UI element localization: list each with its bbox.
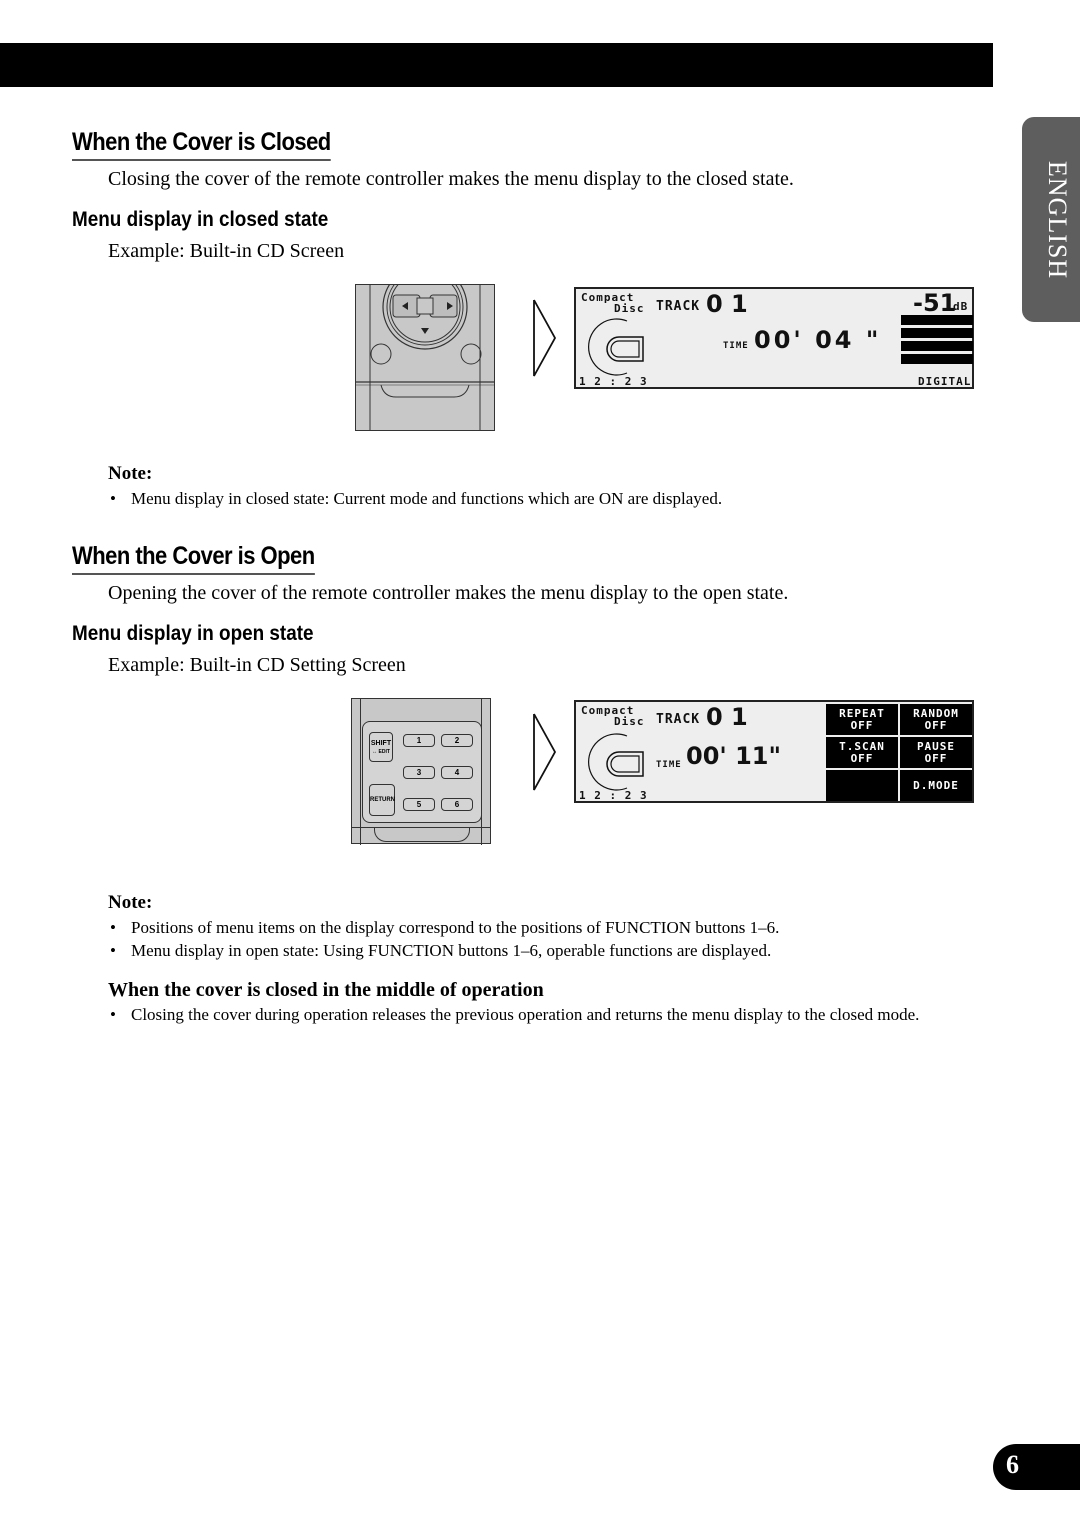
bullet-icon: • <box>110 918 116 937</box>
arrow-right-icon <box>533 713 557 791</box>
remote-closed-drawing <box>356 264 494 430</box>
menu-cell-repeat: REPEAT OFF <box>826 704 898 735</box>
menu-cell-tscan: T.SCAN OFF <box>826 737 898 768</box>
bullet-icon: • <box>110 941 116 960</box>
remote-closed-illustration <box>355 264 495 431</box>
time-label: TIME <box>723 341 749 351</box>
menu-cell-dmode: D.MODE <box>900 770 972 801</box>
menu-cell-pause: PAUSE OFF <box>900 737 972 768</box>
header-bar <box>0 43 993 87</box>
time-label: TIME <box>656 760 682 770</box>
lcd-closed-screen: Compact Disc TRACK 0 1 -51 dB TIME 00' 0… <box>574 287 974 389</box>
bullet-item: • Closing the cover during operation rel… <box>110 1005 920 1024</box>
disc-icon <box>588 318 644 376</box>
function-button-4[interactable]: 4 <box>441 766 473 779</box>
heading-cover-open: When the Cover is Open <box>72 541 315 575</box>
note-item: • Menu display in open state: Using FUNC… <box>110 941 772 960</box>
subheading-open-state: Menu display in open state <box>72 622 314 645</box>
language-tab-label: ENGLISH <box>1043 160 1072 279</box>
function-button-5[interactable]: 5 <box>403 798 435 811</box>
function-button-3[interactable]: 3 <box>403 766 435 779</box>
shift-edit-button[interactable]: SHIFT ↔ EDIT <box>369 732 393 762</box>
subheading-closed-state: Menu display in closed state <box>72 208 329 231</box>
page-number: 6 <box>1006 1450 1019 1479</box>
level-meter <box>901 315 973 364</box>
clock: 1 2 : 2 3 <box>579 789 648 802</box>
time-value: 00' 04 " <box>754 326 882 354</box>
return-button[interactable]: RETURN <box>369 784 395 816</box>
intro-cover-closed: Closing the cover of the remote controll… <box>108 168 794 190</box>
bullet-icon: • <box>110 1005 116 1024</box>
page-number-badge: 6 <box>993 1444 1080 1490</box>
language-tab: ENGLISH <box>1022 117 1080 322</box>
track-number: 0 1 <box>706 290 748 318</box>
function-button-1[interactable]: 1 <box>403 734 435 747</box>
clock: 1 2 : 2 3 <box>579 375 648 388</box>
lcd-open-screen: Compact Disc TRACK 0 1 TIME 00' 11" 1 2 … <box>574 700 974 803</box>
subheading-middle-operation: When the cover is closed in the middle o… <box>108 979 544 1001</box>
track-label: TRACK <box>656 299 701 314</box>
bullet-icon: • <box>110 489 116 508</box>
arrow-right-icon <box>533 299 557 377</box>
function-button-2[interactable]: 2 <box>441 734 473 747</box>
note-title-closed: Note: <box>108 463 153 484</box>
heading-cover-closed: When the Cover is Closed <box>72 127 331 161</box>
track-label: TRACK <box>656 712 701 727</box>
time-value: 00' 11" <box>686 742 782 770</box>
menu-cell-random: RANDOM OFF <box>900 704 972 735</box>
example-closed: Example: Built-in CD Screen <box>108 240 345 262</box>
source-label-line2: Disc <box>614 715 645 728</box>
track-number: 0 1 <box>706 703 748 731</box>
remote-open-illustration: SHIFT ↔ EDIT RETURN 1 2 3 4 5 6 <box>351 698 491 845</box>
function-button-6[interactable]: 6 <box>441 798 473 811</box>
mode-label: DIGITAL <box>918 375 972 388</box>
volume-unit: dB <box>953 300 969 313</box>
source-label-line2: Disc <box>614 302 645 315</box>
disc-icon <box>588 733 644 791</box>
menu-cell-empty <box>826 770 898 801</box>
button-panel: SHIFT ↔ EDIT RETURN 1 2 3 4 5 6 <box>362 721 482 823</box>
example-open: Example: Built-in CD Setting Screen <box>108 654 406 676</box>
intro-cover-open: Opening the cover of the remote controll… <box>108 582 789 604</box>
note-title-open: Note: <box>108 892 153 913</box>
note-item: • Positions of menu items on the display… <box>110 918 780 937</box>
volume-value: -51 <box>913 289 957 317</box>
note-item: • Menu display in closed state: Current … <box>110 489 723 508</box>
